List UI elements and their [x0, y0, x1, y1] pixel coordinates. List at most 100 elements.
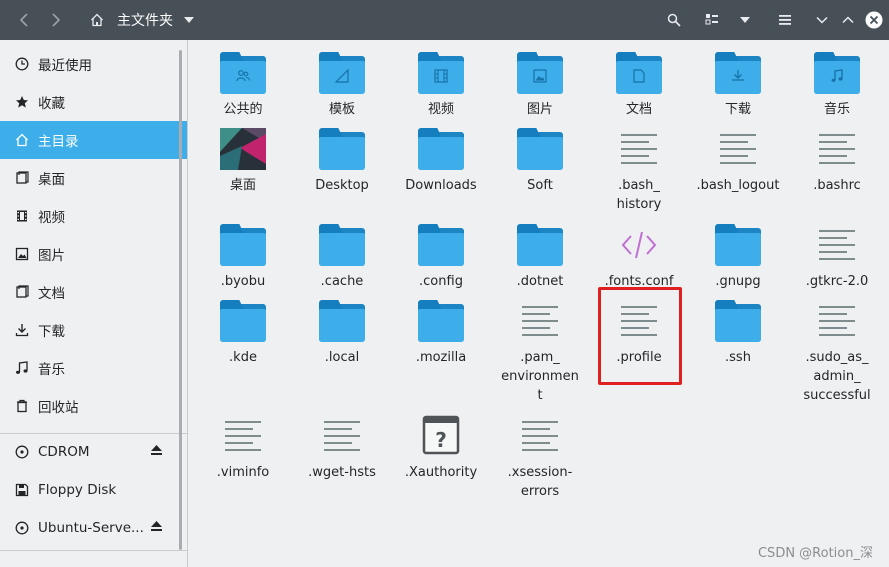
home-icon	[14, 132, 30, 148]
path-dropdown-button[interactable]	[182, 0, 196, 40]
folder-icon	[319, 300, 365, 342]
view-mode-icon	[705, 14, 718, 25]
file-item[interactable]: 图片	[495, 48, 585, 119]
sidebar-item-label: 回收站	[38, 400, 79, 416]
file-item[interactable]: 下载	[693, 48, 783, 119]
file-item[interactable]: .viminfo	[198, 411, 288, 482]
sidebar-divider	[0, 550, 187, 551]
sidebar-item-2[interactable]: 主目录	[0, 121, 187, 159]
file-name-label: .bashrc	[813, 178, 861, 193]
menu-button[interactable]	[775, 0, 795, 40]
sidebar-item-label: 下载	[38, 324, 65, 340]
maximize-button[interactable]	[838, 0, 858, 40]
file-name-label: 图片	[526, 102, 553, 117]
file-item[interactable]: 公共的	[198, 48, 288, 119]
file-icon-wrap	[495, 48, 585, 98]
file-icon-wrap	[594, 48, 684, 98]
file-item[interactable]: .pam_ environmen t	[495, 296, 585, 405]
sidebar-item-0[interactable]: 最近使用	[0, 45, 187, 83]
template-emblem-icon	[334, 68, 350, 84]
music-icon	[14, 360, 30, 376]
file-item[interactable]: .local	[297, 296, 387, 367]
file-name-label: .byobu	[220, 274, 266, 289]
eject-icon[interactable]	[150, 520, 163, 536]
file-item[interactable]: .gtkrc-2.0	[792, 220, 882, 291]
file-item[interactable]: .dotnet	[495, 220, 585, 291]
file-item[interactable]: .kde	[198, 296, 288, 367]
file-name-label: .dotnet	[516, 274, 564, 289]
file-item[interactable]: .bashrc	[792, 124, 882, 195]
forward-button[interactable]	[44, 0, 68, 40]
file-item[interactable]: .ssh	[693, 296, 783, 367]
file-name-label: Downloads	[405, 178, 477, 193]
file-item[interactable]: .xsession- errors	[495, 411, 585, 501]
file-name-label: .ssh	[725, 350, 751, 365]
file-item[interactable]: .gnupg	[693, 220, 783, 291]
file-icon-wrap	[792, 220, 882, 270]
sidebar-item-9[interactable]: 回收站	[0, 387, 187, 425]
view-dropdown-button[interactable]	[737, 0, 753, 40]
eject-icon[interactable]	[150, 444, 163, 460]
file-item[interactable]: Downloads	[396, 124, 486, 195]
back-button[interactable]	[12, 0, 36, 40]
file-item[interactable]: .bash_logout	[693, 124, 783, 195]
file-item[interactable]: Soft	[495, 124, 585, 195]
file-item[interactable]: .cache	[297, 220, 387, 291]
trash-icon	[14, 398, 30, 414]
chevron-up-icon	[842, 16, 854, 24]
file-item[interactable]: .byobu	[198, 220, 288, 291]
file-item[interactable]: .mozilla	[396, 296, 486, 367]
folder-icon	[418, 128, 464, 170]
file-item[interactable]: .config	[396, 220, 486, 291]
chevron-left-icon	[19, 13, 28, 27]
download-icon	[14, 322, 30, 338]
file-item[interactable]: 桌面	[198, 124, 288, 195]
file-icon-wrap	[198, 296, 288, 346]
sidebar-item-6[interactable]: 文档	[0, 273, 187, 311]
folder-icon	[418, 300, 464, 342]
sidebar-item-label: 桌面	[38, 172, 65, 188]
folder-icon	[220, 52, 266, 94]
video-icon	[14, 208, 30, 224]
file-icon-wrap	[198, 48, 288, 98]
file-item[interactable]: .wget-hsts	[297, 411, 387, 482]
folder-icon	[517, 52, 563, 94]
file-item[interactable]: Desktop	[297, 124, 387, 195]
sidebar-item-3[interactable]: 桌面	[0, 159, 187, 197]
sidebar-item-7[interactable]: 下载	[0, 311, 187, 349]
sidebar-scrollbar[interactable]	[179, 50, 182, 550]
sidebar-item-8[interactable]: 音乐	[0, 349, 187, 387]
file-item[interactable]: 模板	[297, 48, 387, 119]
chevron-down-icon	[816, 16, 828, 24]
folder-icon	[418, 52, 464, 94]
watermark: CSDN @Rotion_深	[757, 546, 873, 561]
file-item[interactable]: 文档	[594, 48, 684, 119]
folder-icon	[220, 300, 266, 342]
sidebar-item-1[interactable]: 收藏	[0, 83, 187, 121]
disc-icon	[14, 520, 30, 536]
path-breadcrumb[interactable]: 主文件夹	[117, 0, 173, 40]
close-button[interactable]	[864, 0, 884, 40]
sidebar-item-0[interactable]: CDROM	[0, 433, 187, 471]
sidebar-item-5[interactable]: 图片	[0, 235, 187, 273]
sidebar-item-label: 主目录	[38, 134, 79, 150]
minimize-button[interactable]	[812, 0, 832, 40]
sidebar-item-1[interactable]: Floppy Disk	[0, 471, 187, 509]
file-name-label: .config	[419, 274, 463, 289]
sidebar-item-2[interactable]: Ubuntu-Serve...	[0, 509, 187, 547]
home-icon	[91, 13, 103, 27]
file-item[interactable]: .fonts.conf	[594, 220, 684, 291]
sidebar-item-label: 文档	[38, 286, 65, 302]
folder-icon	[517, 224, 563, 266]
file-item[interactable]: ? .Xauthority	[396, 411, 486, 482]
search-button[interactable]	[664, 0, 684, 40]
sidebar-item-4[interactable]: 视频	[0, 197, 187, 235]
home-breadcrumb-icon[interactable]	[88, 0, 106, 40]
file-item[interactable]: .sudo_as_ admin_ successful	[792, 296, 882, 405]
file-item[interactable]: 视频	[396, 48, 486, 119]
folder-icon	[616, 52, 662, 94]
file-item[interactable]: .bash_ history	[594, 124, 684, 214]
view-mode-button[interactable]	[702, 0, 722, 40]
places-sidebar: 最近使用 收藏主目录桌面视频 图片文档下载音乐回收站 CDROM Floppy Dis…	[0, 40, 188, 567]
file-item[interactable]: 音乐	[792, 48, 882, 119]
